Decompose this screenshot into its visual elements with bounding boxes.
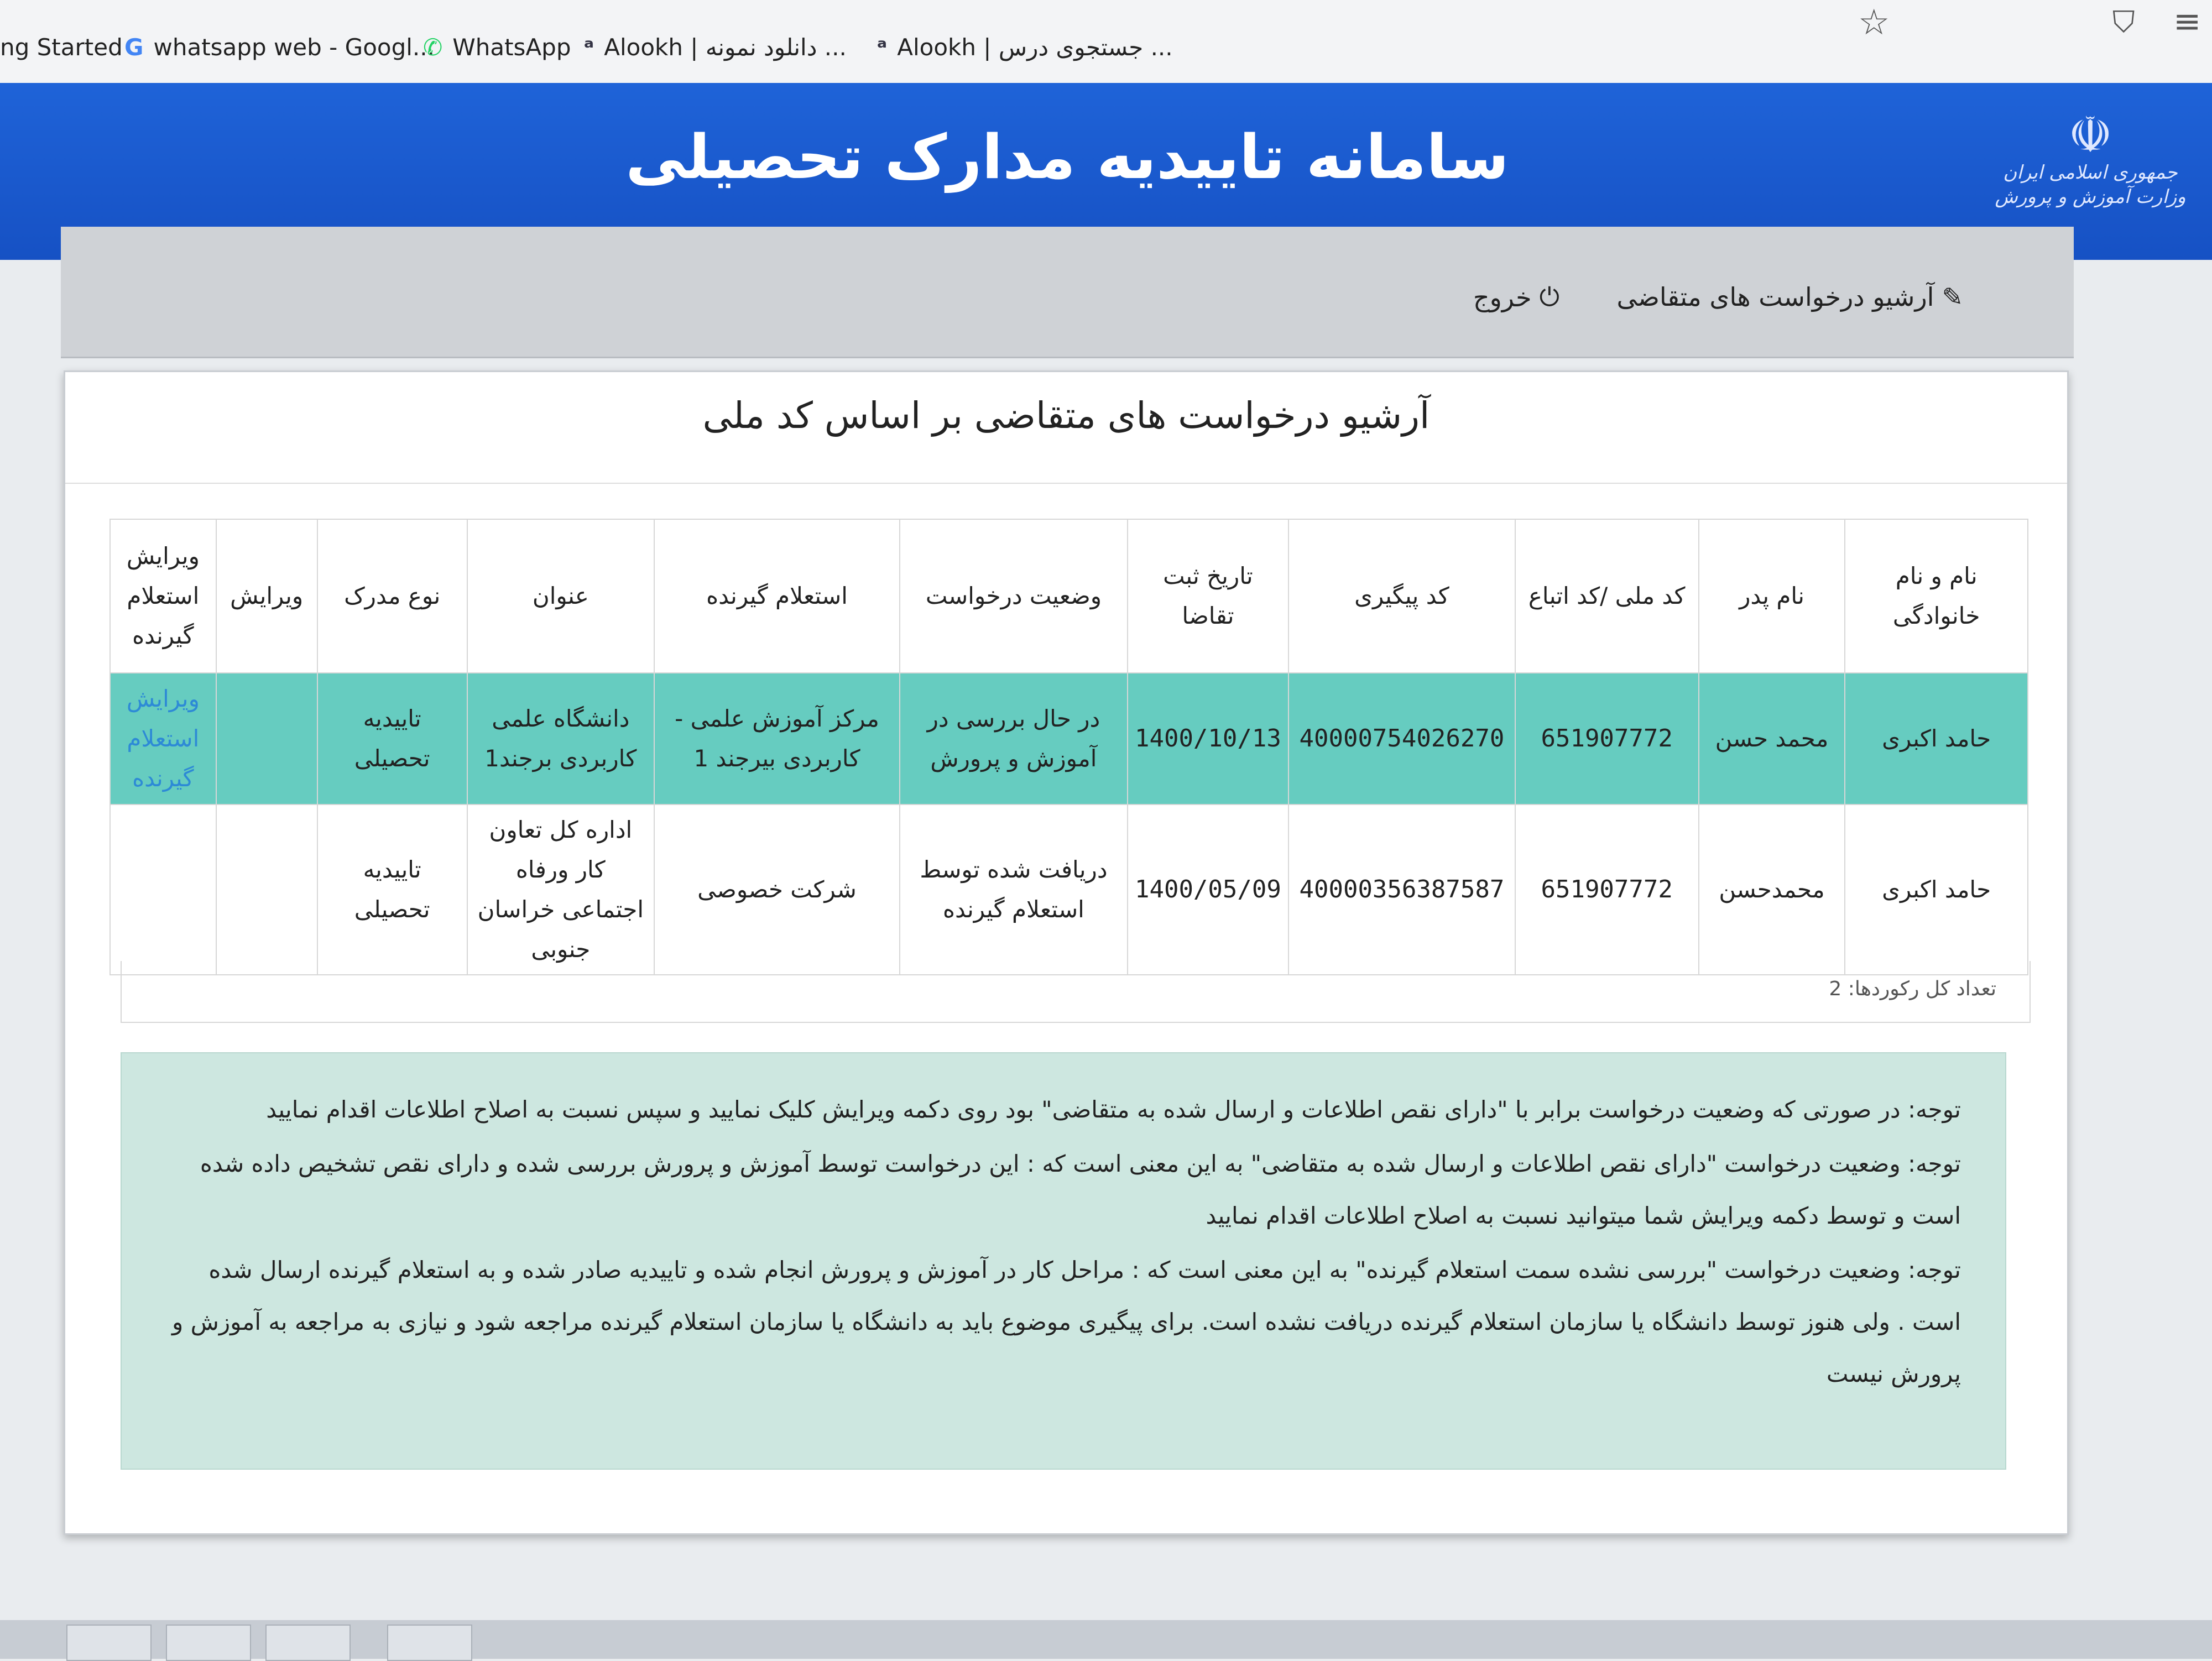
taskbar-button[interactable] [166, 1625, 251, 1661]
col-header-name: نام و نام خانوادگی [1844, 519, 2028, 673]
bookmark-label: WhatsApp [452, 33, 571, 61]
alookh-icon: ᵃ [583, 33, 594, 61]
table-header-row: نام و نام خانوادگی نام پدر کد ملی /کد ات… [109, 519, 2028, 673]
logo-caption: جمهوری اسلامی ایران وزارت آموزش و پرورش [1995, 161, 2186, 208]
bookmark-label: Alookh | دانلود نمونه ... [604, 33, 847, 61]
nav-archive-link[interactable]: ✎ آرشیو درخواست های متقاضی [1617, 282, 1963, 312]
cell-father: محمدحسن [1698, 804, 1846, 975]
record-count: تعداد کل رکوردها: 2 [1829, 978, 1996, 1000]
hamburger-menu-icon[interactable]: ≡ [2173, 2, 2201, 41]
cell-receiver: شرکت خصوصی [653, 804, 901, 975]
col-header-status: وضعیت درخواست [899, 519, 1128, 673]
emblem-icon: ☫ [2068, 106, 2113, 164]
edit-icon: ✎ [1942, 282, 1963, 312]
col-header-tracking: کد پیگیری [1288, 519, 1516, 673]
bookmark-alookh-download[interactable]: ᵃ Alookh | دانلود نمونه ... [583, 28, 847, 66]
bookmark-whatsapp-web[interactable]: G whatsapp web - Googl... [124, 28, 435, 66]
table-row[interactable]: حامد اکبری محمد حسن 651907772 4000075402… [109, 672, 2028, 805]
col-header-doc-type: نوع مدرک [316, 519, 468, 673]
whatsapp-icon: ✆ [423, 33, 443, 61]
cell-father: محمد حسن [1698, 672, 1846, 805]
col-header-title: عنوان [466, 519, 655, 673]
os-taskbar [0, 1620, 2212, 1661]
col-header-father: نام پدر [1698, 519, 1846, 673]
nav-archive-label: آرشیو درخواست های متقاضی [1616, 282, 1934, 312]
col-header-receiver: استعلام گیرنده [653, 519, 901, 673]
cell-tracking-code: 40000356387587 [1288, 804, 1516, 975]
cell-name: حامد اکبری [1844, 672, 2028, 805]
google-icon: G [124, 33, 144, 61]
notes-box: توجه: در صورتی که وضعیت درخواست برابر با… [121, 1052, 2006, 1470]
bookmark-getting-started[interactable]: ng Started [0, 28, 123, 66]
cell-title: اداره کل تعاون کار ورفاه اجتماعی خراسان … [466, 804, 655, 975]
cell-national-id: 651907772 [1514, 672, 1699, 805]
cell-tracking-code: 40000754026270 [1288, 672, 1516, 805]
cell-national-id: 651907772 [1514, 804, 1699, 975]
cell-edit[interactable] [215, 804, 318, 975]
panel-title: آرشیو درخواست های متقاضی بر اساس کد ملی [702, 394, 1430, 437]
bookmark-star-icon[interactable]: ☆ [1858, 2, 1890, 43]
divider [65, 483, 2067, 484]
cell-status: در حال بررسی در آموزش و پرورش [899, 672, 1128, 805]
pocket-icon[interactable]: ⛉ [2112, 4, 2135, 40]
taskbar-button[interactable] [265, 1625, 351, 1661]
power-icon: ⏻ [1539, 282, 1559, 312]
cell-doc-type: تاییدیه تحصیلی [316, 672, 468, 805]
cell-name: حامد اکبری [1844, 804, 2028, 975]
ministry-logo: ☫ جمهوری اسلامی ایران وزارت آموزش و پرور… [1991, 111, 2190, 232]
bookmarks-bar: ng Started G whatsapp web - Googl... ✆ W… [0, 0, 2212, 84]
cell-date: 1400/10/13 [1126, 672, 1290, 805]
cell-edit[interactable] [215, 672, 318, 805]
note-text: توجه: وضعیت درخواست "بررسی نشده سمت استع… [171, 1256, 1961, 1387]
table-footer: تعداد کل رکوردها: 2 [121, 961, 2031, 1023]
col-header-edit: ویرایش [215, 519, 318, 673]
col-header-edit-receiver: ویرایش استعلام گیرنده [109, 519, 217, 673]
archive-panel: آرشیو درخواست های متقاضی بر اساس کد ملی … [64, 370, 2069, 1535]
taskbar-button[interactable] [387, 1625, 472, 1661]
cell-status: دریافت شده توسط استعلام گیرنده [899, 804, 1128, 975]
cell-date: 1400/05/09 [1126, 804, 1290, 975]
bookmark-label: ng Started [0, 33, 123, 61]
cell-doc-type: تاییدیه تحصیلی [316, 804, 468, 975]
nav-bar: ✎ آرشیو درخواست های متقاضی ⏻ خروج [61, 227, 2074, 358]
cell-receiver: مرکز آموزش علمی - کاربردی بیرجند 1 [653, 672, 901, 805]
nav-logout-label: خروج [1473, 283, 1532, 312]
col-header-national-id: کد ملی /کد اتباع [1514, 519, 1699, 673]
cell-edit-receiver[interactable] [109, 804, 217, 975]
col-header-date: تاریخ ثبت تقاضا [1126, 519, 1290, 673]
requests-table: نام و نام خانوادگی نام پدر کد ملی /کد ات… [109, 519, 2028, 975]
cell-title: دانشگاه علمی کاربردی برجند1 [466, 672, 655, 805]
bookmark-alookh-search[interactable]: ᵃ Alookh | جستجوی درس ... [877, 28, 1173, 66]
alookh-icon: ᵃ [877, 33, 888, 61]
site-title: سامانه تاییدیه مدارک تحصیلی [625, 122, 1509, 192]
table-row[interactable]: حامد اکبری محمدحسن 651907772 40000356387… [109, 804, 2028, 975]
taskbar-button[interactable] [66, 1625, 152, 1661]
nav-logout-link[interactable]: ⏻ خروج [1473, 282, 1559, 313]
note-text: توجه: در صورتی که وضعیت درخواست برابر با… [266, 1096, 1961, 1123]
bookmark-whatsapp[interactable]: ✆ WhatsApp [423, 28, 571, 66]
edit-receiver-link[interactable]: ویرایش استعلام گیرنده [109, 672, 217, 805]
note-text: توجه: وضعیت درخواست "دارای نقص اطلاعات و… [200, 1150, 1961, 1229]
bookmark-label: Alookh | جستجوی درس ... [897, 33, 1173, 61]
bookmark-label: whatsapp web - Googl... [153, 33, 435, 61]
